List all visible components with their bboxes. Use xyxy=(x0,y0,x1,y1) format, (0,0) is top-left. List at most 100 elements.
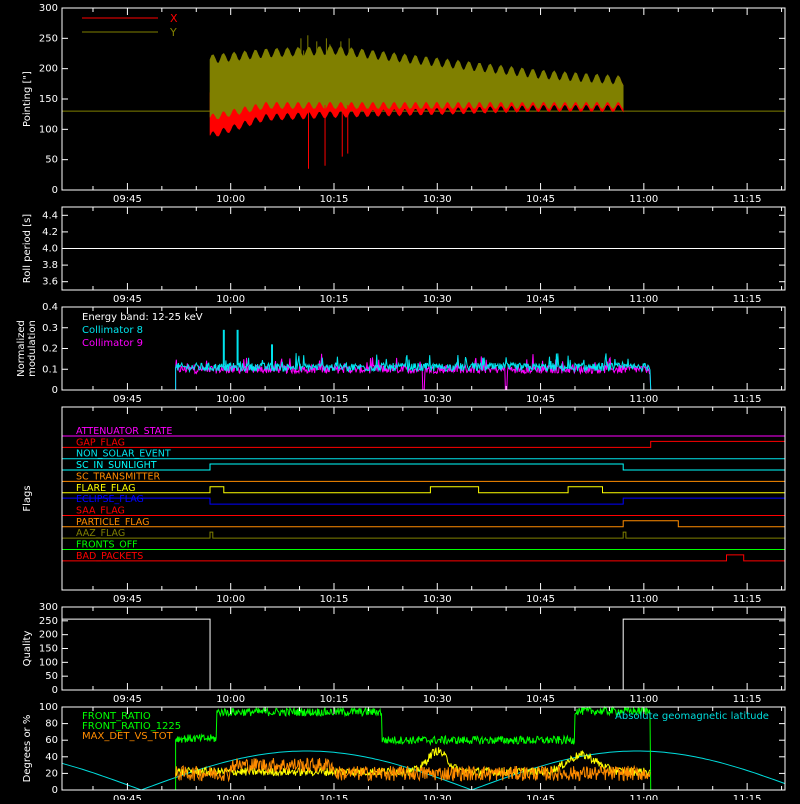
flag-label: BAD_PACKETS xyxy=(76,551,143,562)
y-tick-label: 150 xyxy=(39,94,58,105)
time-tick-label: 11:15 xyxy=(733,594,762,605)
time-tick-label: 10:45 xyxy=(526,194,555,205)
y-tick-label: 3.6 xyxy=(42,277,58,288)
y-tick-label: 300 xyxy=(39,3,58,14)
time-tick-label: 11:00 xyxy=(629,294,658,305)
flag-label: ECLIPSE_FLAG xyxy=(76,494,144,505)
time-tick-label: 10:00 xyxy=(216,794,245,800)
y-axis-label: Pointing ["] xyxy=(22,71,33,127)
flag-label: SC_IN_SUNLIGHT xyxy=(76,460,157,471)
flag-label: FLARE_FLAG xyxy=(76,483,136,494)
time-tick-label: 09:45 xyxy=(113,394,142,405)
legend-collimator-8: Collimator 8 xyxy=(82,325,143,336)
y-axis-label: Roll period [s] xyxy=(22,214,33,283)
time-tick-label: 10:45 xyxy=(526,694,555,705)
time-tick-label: 10:00 xyxy=(216,594,245,605)
time-tick-label: 10:15 xyxy=(320,694,349,705)
time-tick-label: 10:00 xyxy=(216,394,245,405)
time-tick-label: 11:15 xyxy=(733,394,762,405)
time-tick-label: 11:00 xyxy=(629,594,658,605)
y-tick-label: 150 xyxy=(39,644,58,655)
flag-label: ATTENUATOR_STATE xyxy=(76,426,172,437)
y-axis-label-line2: modulation xyxy=(27,320,38,377)
time-tick-label: 11:00 xyxy=(629,794,658,800)
time-tick-label: 10:45 xyxy=(526,794,555,800)
y-axis-label: Quality xyxy=(22,631,33,667)
y-tick-label: 40 xyxy=(45,752,58,763)
flag-label: SAA_FLAG xyxy=(76,505,125,516)
y-tick-label: 200 xyxy=(39,630,58,641)
y-tick-label: 0 xyxy=(52,185,58,196)
time-tick-label: 11:00 xyxy=(629,394,658,405)
y-tick-label: 0 xyxy=(52,685,58,696)
y-tick-label: 100 xyxy=(39,124,58,135)
time-tick-label: 10:45 xyxy=(526,394,555,405)
time-tick-label: 11:15 xyxy=(733,694,762,705)
time-tick-label: 10:15 xyxy=(320,294,349,305)
time-tick-label: 11:00 xyxy=(629,194,658,205)
y-tick-label: 0 xyxy=(52,385,58,396)
flag-label: GAP_FLAG xyxy=(76,437,125,448)
legend-max-det: MAX_DET_VS_TOT xyxy=(82,731,174,742)
time-tick-label: 10:30 xyxy=(423,394,452,405)
legend-x-label: X xyxy=(170,12,178,25)
flag-label: AAZ_FLAG xyxy=(76,528,125,539)
time-tick-label: 10:30 xyxy=(423,294,452,305)
y-tick-label: 0 xyxy=(52,785,58,796)
y-tick-label: 0.2 xyxy=(42,344,58,355)
time-tick-label: 10:30 xyxy=(423,794,452,800)
time-tick-label: 09:45 xyxy=(113,794,142,800)
y-tick-label: 0.1 xyxy=(42,364,58,375)
flag-label: NON_SOLAR_EVENT xyxy=(76,449,171,460)
time-tick-label: 10:00 xyxy=(216,694,245,705)
y-tick-label: 80 xyxy=(45,719,58,730)
y-tick-label: 20 xyxy=(45,768,58,779)
y-tick-label: 250 xyxy=(39,616,58,627)
y-tick-label: 100 xyxy=(39,702,58,713)
chart-stage: 09:45 10:00 10:15 10:30 10:45 11:00 11:15 Point… xyxy=(0,0,800,804)
time-tick-label: 09:45 xyxy=(113,694,142,705)
time-tick-label: 10:15 xyxy=(320,394,349,405)
y-axis-label-line1: Normalized xyxy=(16,320,27,377)
time-tick-label: 10:30 xyxy=(423,594,452,605)
time-tick-label: 11:15 xyxy=(733,794,762,800)
time-tick-label: 10:30 xyxy=(423,694,452,705)
y-tick-label: 3.8 xyxy=(42,260,58,271)
y-tick-label: 100 xyxy=(39,657,58,668)
y-tick-label: 60 xyxy=(45,735,58,746)
flag-label: FRONTS_OFF xyxy=(76,540,138,551)
y-tick-label: 0.3 xyxy=(42,323,58,334)
time-tick-label: 11:00 xyxy=(629,694,658,705)
time-tick-label: 10:00 xyxy=(216,194,245,205)
time-tick-label: 10:45 xyxy=(526,294,555,305)
y-tick-label: 0.4 xyxy=(42,302,58,313)
rhessi-quicklook-chart: 09:45 10:00 10:15 10:30 10:45 11:00 11:15 Point… xyxy=(0,0,800,804)
flag-label: SC_TRANSMITTER xyxy=(76,471,161,482)
time-tick-label: 11:15 xyxy=(733,294,762,305)
y-tick-label: 4.0 xyxy=(42,244,58,255)
time-tick-label: 10:30 xyxy=(423,194,452,205)
y-tick-label: 250 xyxy=(39,33,58,44)
y-axis-label: Degrees or % xyxy=(22,715,33,783)
time-tick-label: 09:45 xyxy=(113,194,142,205)
time-tick-label: 09:45 xyxy=(113,594,142,605)
legend-collimator-9: Collimator 9 xyxy=(82,338,143,349)
time-tick-label: 11:15 xyxy=(733,194,762,205)
time-tick-label: 10:15 xyxy=(320,594,349,605)
legend-energy-band: Energy band: 12-25 keV xyxy=(82,312,203,323)
y-tick-label: 50 xyxy=(45,155,58,166)
legend-geomag-latitude: Absolute geomagnetic latitude xyxy=(615,711,769,722)
y-axis-label: Flags xyxy=(22,485,33,511)
time-tick-label: 10:00 xyxy=(216,294,245,305)
y-tick-label: 200 xyxy=(39,64,58,75)
time-tick-label: 10:45 xyxy=(526,594,555,605)
time-tick-label: 10:15 xyxy=(320,194,349,205)
y-tick-label: 4.2 xyxy=(42,227,58,238)
time-tick-label: 10:15 xyxy=(320,794,349,800)
time-tick-label: 09:45 xyxy=(113,294,142,305)
y-tick-label: 50 xyxy=(45,671,58,682)
y-tick-label: 4.4 xyxy=(42,210,58,221)
flag-label: PARTICLE_FLAG xyxy=(76,517,149,528)
y-tick-label: 300 xyxy=(39,602,58,613)
legend-y-label: Y xyxy=(169,26,177,39)
